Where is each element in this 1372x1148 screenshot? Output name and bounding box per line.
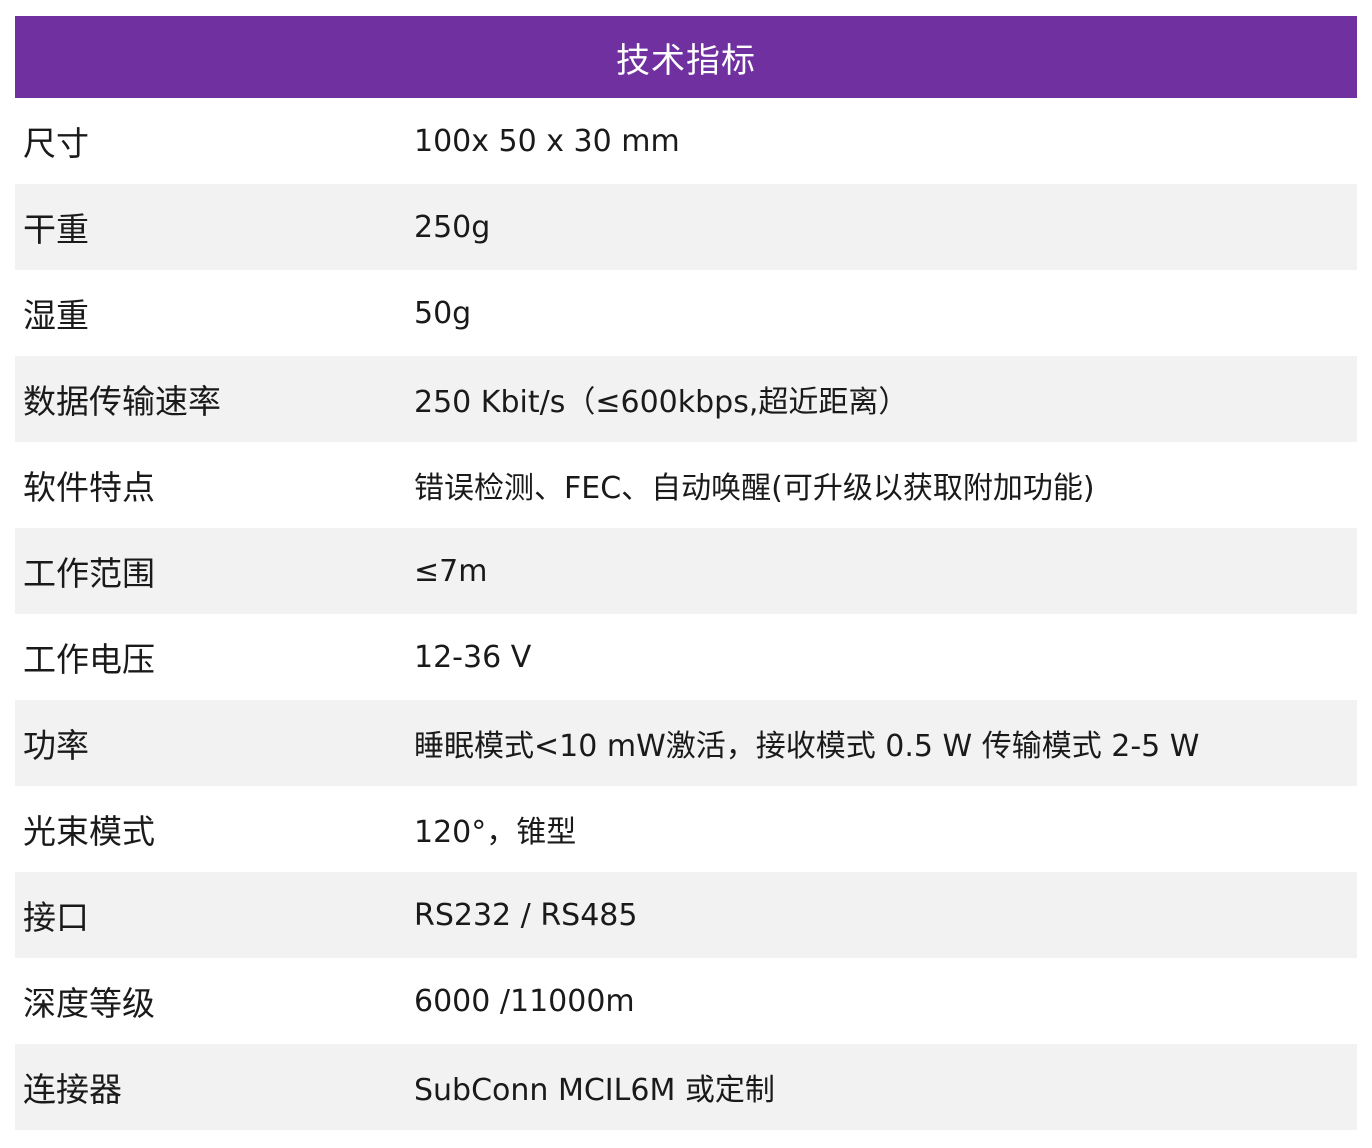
spec-value: 250g [414,209,491,245]
spec-label: 连接器 [23,1070,122,1109]
table-row: 连接器 SubConn MCIL6M 或定制 [15,1044,1357,1130]
spec-label: 功率 [23,726,89,765]
spec-label: 光束模式 [23,812,155,851]
table-row: 工作电压 12-36 V [15,614,1357,700]
spec-value: 6000 /11000m [414,983,635,1019]
spec-value: 50g [414,295,472,331]
spec-label: 工作范围 [23,554,155,593]
table-row: 尺寸 100x 50 x 30 mm [15,98,1357,184]
spec-value: 100x 50 x 30 mm [414,123,680,159]
table-row: 光束模式 120°，锥型 [15,786,1357,872]
spec-label: 软件特点 [23,468,155,507]
spec-label: 干重 [23,210,89,249]
table-row: 接口 RS232 / RS485 [15,872,1357,958]
spec-value: 12-36 V [414,639,532,675]
spec-table: 技术指标 尺寸 100x 50 x 30 mm 干重 250g 湿重 50g 数… [15,16,1357,1130]
table-row: 深度等级 6000 /11000m [15,958,1357,1044]
spec-value: SubConn MCIL6M 或定制 [414,1073,775,1108]
spec-label: 接口 [23,898,89,937]
spec-value: RS232 / RS485 [414,897,638,933]
table-body: 尺寸 100x 50 x 30 mm 干重 250g 湿重 50g 数据传输速率… [15,98,1357,1130]
spec-value: ≤7m [414,553,488,589]
spec-value: 120°，锥型 [414,815,577,850]
spec-label: 尺寸 [23,124,89,163]
table-row: 数据传输速率 250 Kbit/s（≤600kbps,超近距离） [15,356,1357,442]
table-row: 功率 睡眠模式<10 mW激活，接收模式 0.5 W 传输模式 2-5 W [15,700,1357,786]
spec-value: 250 Kbit/s（≤600kbps,超近距离） [414,385,909,420]
table-row: 工作范围 ≤7m [15,528,1357,614]
spec-label: 工作电压 [23,640,155,679]
spec-value: 错误检测、FEC、自动唤醒(可升级以获取附加功能) [414,471,1095,506]
spec-label: 数据传输速率 [23,382,221,421]
spec-label: 深度等级 [23,984,155,1023]
table-row: 干重 250g [15,184,1357,270]
spec-value: 睡眠模式<10 mW激活，接收模式 0.5 W 传输模式 2-5 W [414,729,1200,764]
table-title: 技术指标 [15,16,1357,98]
table-row: 软件特点 错误检测、FEC、自动唤醒(可升级以获取附加功能) [15,442,1357,528]
spec-label: 湿重 [23,296,89,335]
table-row: 湿重 50g [15,270,1357,356]
